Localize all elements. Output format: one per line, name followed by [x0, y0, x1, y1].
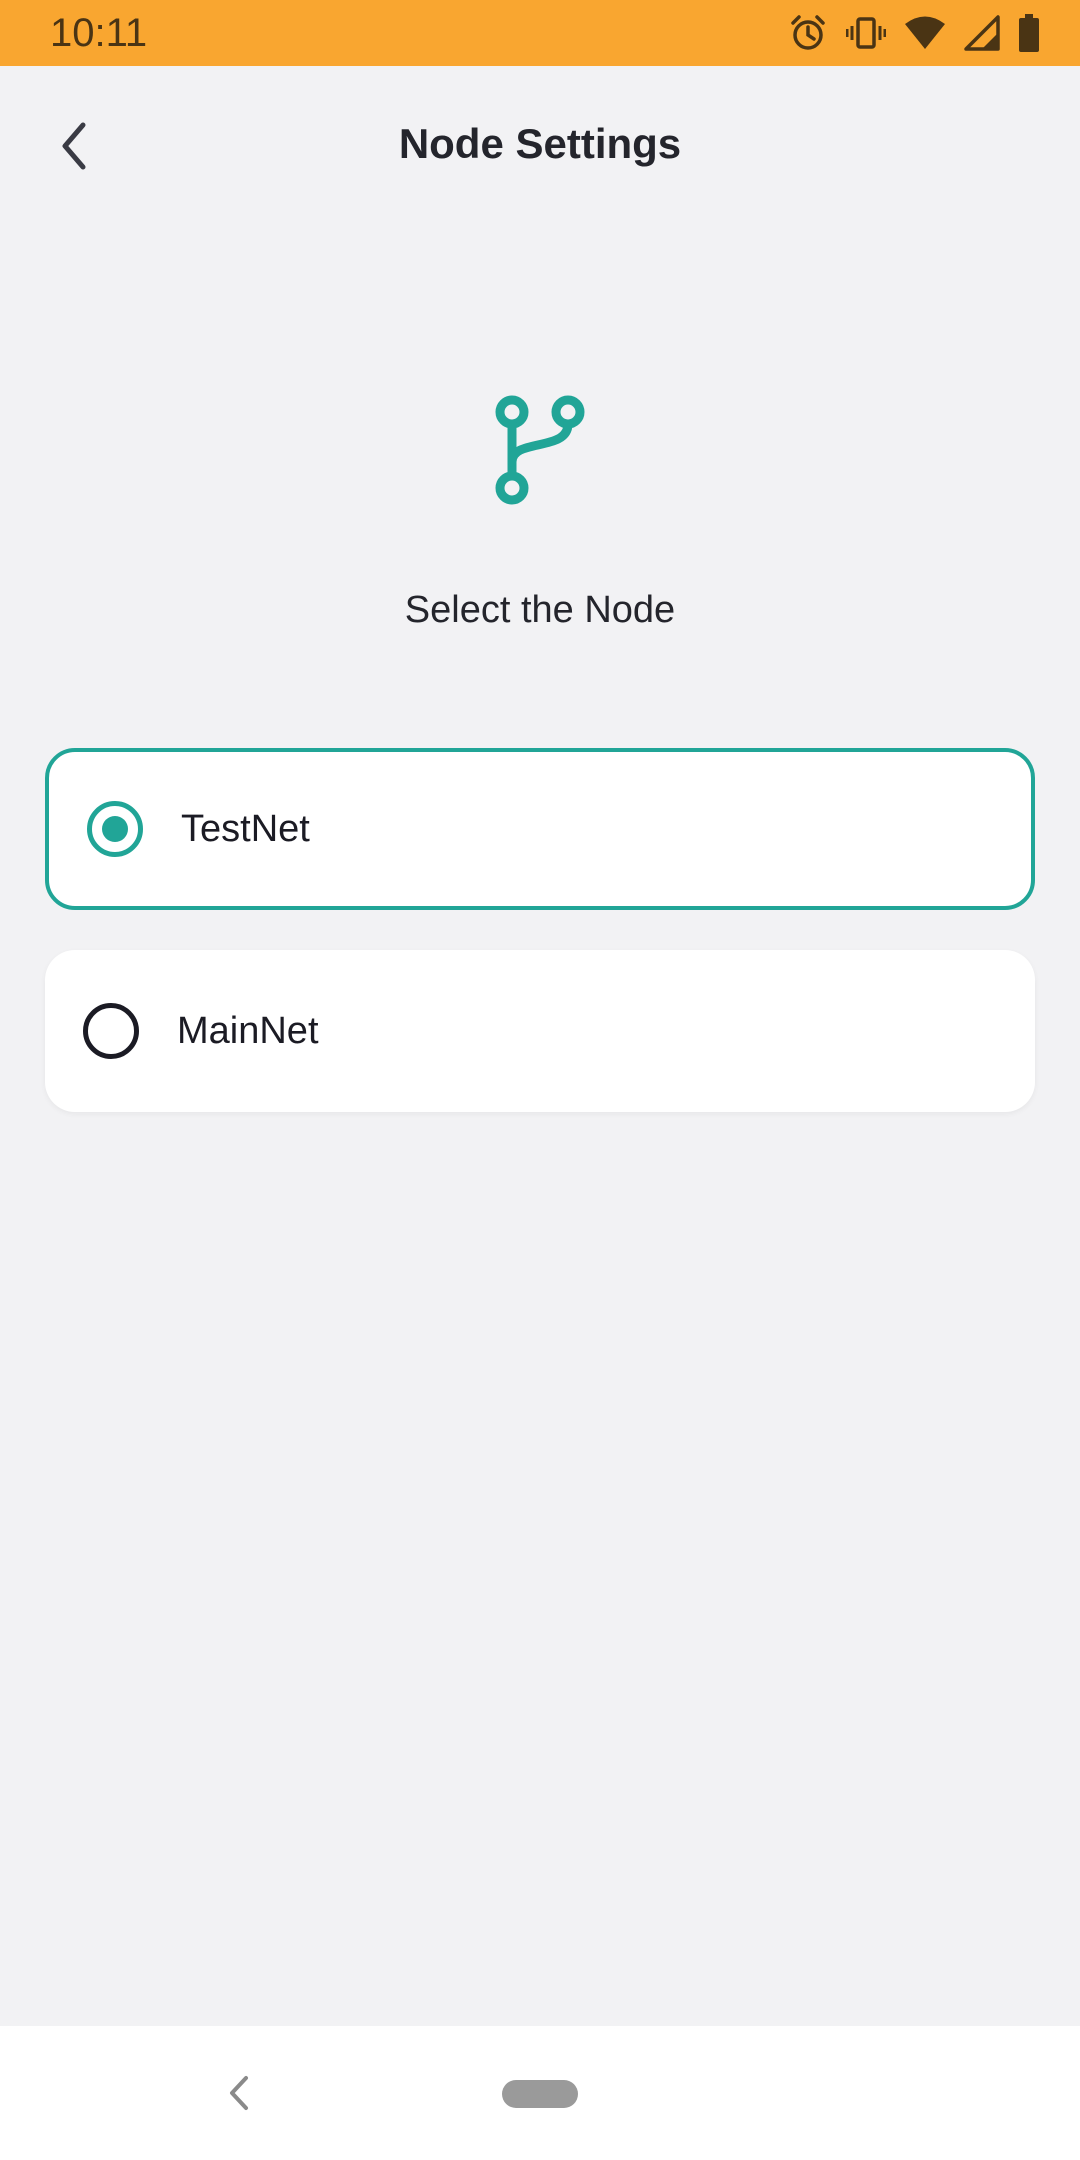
select-node-heading: Select the Node — [404, 589, 676, 631]
status-time: 10:11 — [50, 11, 148, 55]
status-bar: 10:11 — [0, 0, 1080, 66]
alarm-icon — [791, 15, 825, 50]
radio-selected-icon[interactable] — [87, 801, 143, 857]
page-title: Node Settings — [398, 120, 682, 167]
nav-back-icon[interactable] — [222, 2070, 258, 2116]
option-testnet[interactable]: TestNet — [45, 748, 1035, 910]
app-header: Node Settings — [0, 66, 1080, 220]
system-nav-bar — [0, 2026, 1080, 2160]
git-branch-icon — [495, 395, 585, 505]
status-icons — [788, 12, 1040, 54]
battery-icon — [1019, 14, 1039, 52]
radio-unselected-icon[interactable] — [83, 1003, 139, 1059]
option-label: MainNet — [177, 1010, 319, 1052]
signal-icon — [964, 15, 1000, 51]
wifi-icon — [905, 16, 945, 49]
home-pill-icon[interactable] — [502, 2080, 578, 2108]
option-label: TestNet — [181, 808, 310, 850]
vibrate-icon — [846, 17, 886, 49]
option-mainnet[interactable]: MainNet — [45, 950, 1035, 1112]
